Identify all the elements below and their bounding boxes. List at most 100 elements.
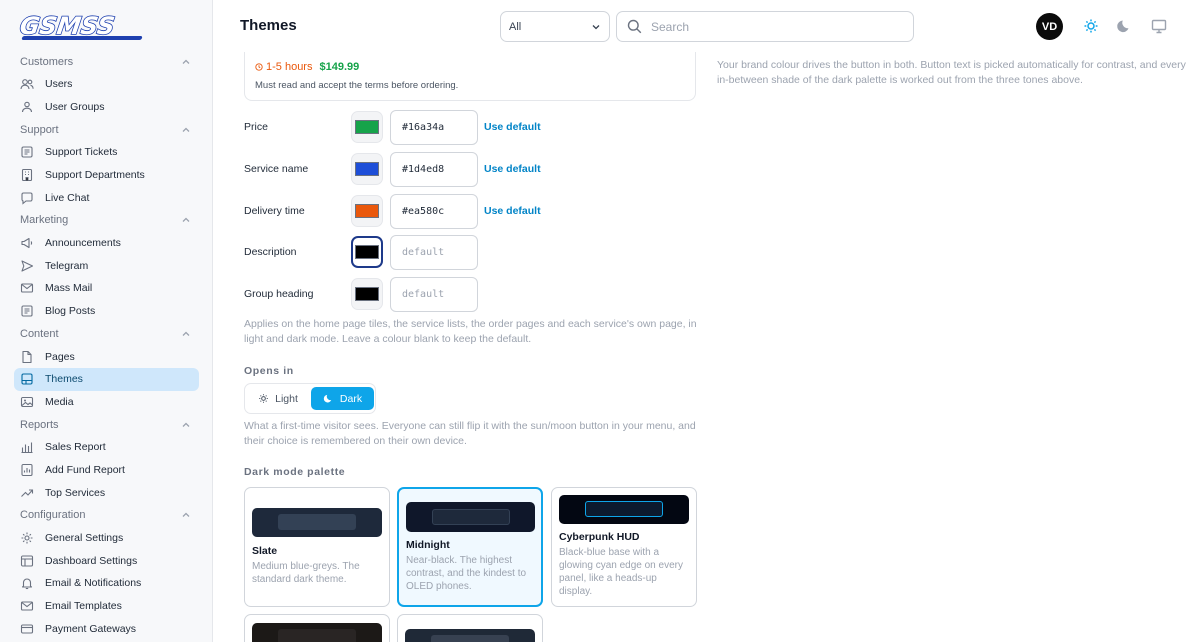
palette-option-cyberpunk-hud[interactable]: Cyberpunk HUD Black-blue base with a glo… — [551, 487, 697, 607]
filter-select[interactable]: All — [500, 11, 610, 42]
sidebar-item-label: Blog Posts — [45, 305, 96, 318]
ticket-icon — [21, 146, 33, 159]
moon-icon[interactable] — [1116, 17, 1134, 35]
light-mode-label: Light — [275, 392, 298, 405]
section-support[interactable]: Support — [0, 118, 212, 141]
sidebar-item-blog-posts[interactable]: Blog Posts — [14, 300, 199, 323]
sidebar-item-label: Users — [45, 78, 73, 91]
sidebar-item-telegram[interactable]: Telegram — [14, 255, 199, 278]
color-swatch-description[interactable] — [351, 236, 383, 268]
sidebar-item-email-notifications[interactable]: Email & Notifications — [14, 572, 199, 595]
swatch-fill — [355, 204, 379, 218]
sidebar-item-payment-gateways[interactable]: Payment Gateways — [14, 617, 199, 640]
sidebar: GSMSS Customers Users User Groups Suppor… — [0, 0, 213, 642]
image-icon — [20, 396, 34, 407]
sidebar-item-label: Support Departments — [45, 169, 145, 182]
opens-in-label: Opens in — [244, 365, 294, 377]
opens-in-help-text: What a first-time visitor sees. Everyone… — [244, 420, 696, 447]
color-row-label: Group heading — [244, 288, 314, 300]
trend-icon — [21, 489, 34, 497]
section-label: Configuration — [20, 509, 86, 522]
color-hex-input[interactable]: default — [390, 235, 478, 270]
sun-icon — [259, 394, 268, 403]
page-icon — [22, 350, 32, 363]
section-configuration[interactable]: Configuration — [0, 504, 212, 527]
color-swatch-group-heading[interactable] — [351, 278, 383, 310]
swatch-fill — [355, 287, 379, 301]
sidebar-item-add-fund-report[interactable]: Add Fund Report — [14, 459, 199, 482]
preview-delivery-time: 1-5 hours — [255, 61, 312, 73]
sidebar-item-announcements[interactable]: Announcements — [14, 232, 199, 255]
sidebar-item-label: Live Chat — [45, 191, 90, 204]
sidebar-item-top-services[interactable]: Top Services — [14, 481, 199, 504]
sidebar-item-users[interactable]: Users — [14, 73, 199, 96]
chevron-up-icon — [182, 331, 190, 336]
search-box[interactable] — [616, 11, 914, 42]
use-default-link[interactable]: Use default — [484, 205, 541, 217]
palette-description: Black-blue base with a glowing cyan edge… — [559, 547, 683, 597]
sidebar-item-sales-report[interactable]: Sales Report — [14, 436, 199, 459]
section-marketing[interactable]: Marketing — [0, 209, 212, 232]
search-input[interactable] — [651, 19, 891, 34]
chevron-up-icon — [182, 422, 190, 427]
preview-price: $149.99 — [319, 61, 360, 73]
section-content[interactable]: Content — [0, 322, 212, 345]
sidebar-item-support-tickets[interactable]: Support Tickets — [14, 141, 199, 164]
light-mode-button[interactable]: Light — [249, 387, 307, 410]
sidebar-item-support-departments[interactable]: Support Departments — [14, 164, 199, 187]
palette-option-midnight[interactable]: Midnight Near-black. The highest contras… — [397, 487, 543, 607]
palette-option-slate[interactable]: Slate Medium blue-greys. The standard da… — [244, 487, 390, 607]
color-swatch-service-name[interactable] — [351, 153, 383, 185]
sidebar-item-label: General Settings — [45, 532, 124, 545]
use-default-link[interactable]: Use default — [484, 121, 541, 133]
color-swatch-delivery-time[interactable] — [351, 195, 383, 227]
sidebar-item-pages[interactable]: Pages — [14, 345, 199, 368]
sun-icon[interactable] — [1082, 17, 1100, 35]
sidebar-item-general-settings[interactable]: General Settings — [14, 527, 199, 550]
palette-preview — [252, 623, 382, 642]
section-label: Content — [20, 327, 59, 340]
swatch-fill — [355, 162, 379, 176]
user-group-icon — [21, 101, 33, 112]
chevron-up-icon — [182, 512, 190, 518]
palette-description: Medium blue-greys. The standard dark the… — [252, 561, 360, 585]
brand-logo[interactable]: GSMSS — [17, 11, 146, 41]
swatch-fill — [355, 120, 379, 134]
sidebar-item-live-chat[interactable]: Live Chat — [14, 186, 199, 209]
logo-text: GSMSS — [17, 11, 117, 41]
search-icon — [627, 19, 642, 34]
sidebar-item-media[interactable]: Media — [14, 391, 199, 414]
color-hex-input[interactable]: default — [390, 277, 478, 312]
color-swatch-price[interactable] — [351, 111, 383, 143]
palette-preview — [405, 629, 535, 642]
gear-icon — [21, 532, 33, 544]
dark-mode-label: Dark — [339, 392, 363, 405]
clock-icon — [255, 63, 263, 71]
send-icon — [21, 260, 34, 272]
section-reports[interactable]: Reports — [0, 413, 212, 436]
monitor-icon[interactable] — [1150, 17, 1168, 35]
section-customers[interactable]: Customers — [0, 50, 212, 73]
palette-option[interactable] — [397, 614, 543, 642]
dark-mode-button[interactable]: Dark — [311, 387, 374, 410]
sidebar-item-label: User Groups — [45, 100, 105, 113]
chevron-up-icon — [182, 218, 190, 223]
palette-name: Slate — [252, 545, 278, 557]
sidebar-item-label: Support Tickets — [45, 146, 118, 159]
report-icon — [21, 463, 33, 477]
color-hex-input[interactable]: #ea580c — [390, 194, 478, 229]
palette-preview — [406, 502, 535, 532]
color-hex-input[interactable]: #16a34a — [390, 110, 478, 145]
palette-option[interactable] — [244, 614, 390, 642]
sidebar-item-dashboard-settings[interactable]: Dashboard Settings — [14, 550, 199, 573]
use-default-link[interactable]: Use default — [484, 163, 541, 175]
sidebar-item-mass-mail[interactable]: Mass Mail — [14, 277, 199, 300]
sidebar-item-themes[interactable]: Themes — [14, 367, 199, 391]
sidebar-item-user-groups[interactable]: User Groups — [14, 96, 199, 119]
avatar[interactable]: VD — [1036, 13, 1063, 40]
sidebar-item-email-templates[interactable]: Email Templates — [14, 595, 199, 618]
preview-delivery-time-text: 1-5 hours — [266, 61, 313, 73]
top-header: Themes All VD — [213, 0, 1200, 52]
color-hex-input[interactable]: #1d4ed8 — [390, 152, 478, 187]
sidebar-item-label: Media — [45, 395, 74, 408]
